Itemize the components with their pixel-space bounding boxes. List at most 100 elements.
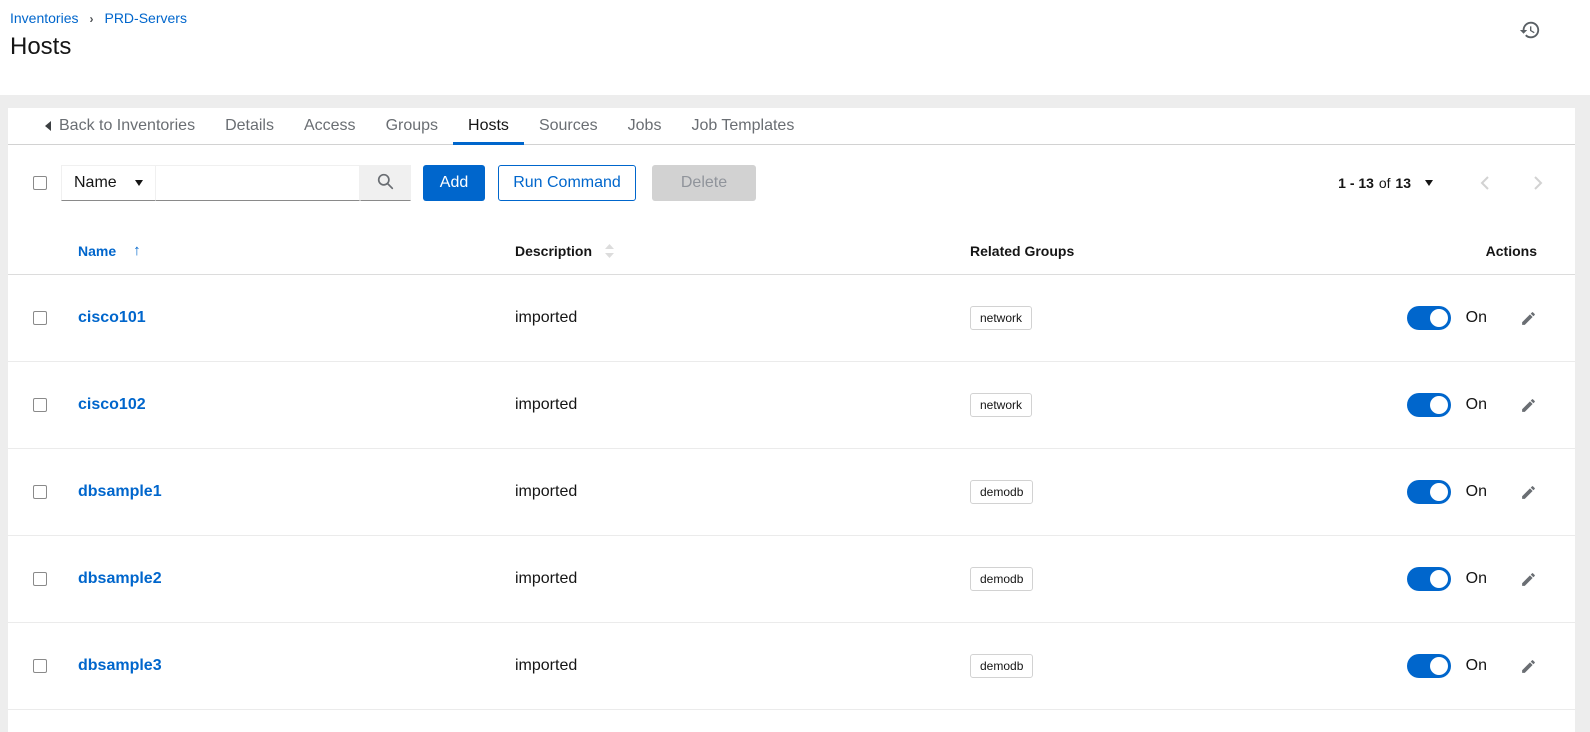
related-group-chip[interactable]: demodb <box>970 480 1033 504</box>
row-checkbox[interactable] <box>33 572 47 586</box>
row-checkbox[interactable] <box>33 398 47 412</box>
pencil-icon <box>1520 402 1537 417</box>
toggle-state-label: On <box>1466 309 1487 327</box>
tab-access[interactable]: Access <box>289 108 371 144</box>
related-group-chip[interactable]: network <box>970 393 1032 417</box>
host-enabled-toggle[interactable] <box>1407 654 1451 678</box>
toolbar: Name Add Run Command Delete 1 - 13 of 13 <box>8 145 1575 227</box>
caret-down-icon <box>135 180 143 186</box>
page-title: Hosts <box>10 33 1590 61</box>
previous-page-button[interactable] <box>1478 175 1492 191</box>
tab-label: Hosts <box>468 117 509 135</box>
tab-label: Access <box>304 117 356 135</box>
host-enabled-toggle[interactable] <box>1407 567 1451 591</box>
toggle-state-label: On <box>1466 483 1487 501</box>
host-enabled-toggle[interactable] <box>1407 393 1451 417</box>
row-checkbox[interactable] <box>33 659 47 673</box>
tab-sources[interactable]: Sources <box>524 108 613 144</box>
tab-label: Job Templates <box>691 117 794 135</box>
select-all-checkbox[interactable] <box>33 176 47 190</box>
pagination-dropdown[interactable]: 1 - 13 of 13 <box>1332 174 1439 192</box>
edit-host-button[interactable] <box>1520 397 1537 414</box>
tab-bar: Back to Inventories Details Access Group… <box>8 108 1575 145</box>
tab-label: Groups <box>386 117 438 135</box>
run-command-button[interactable]: Run Command <box>498 165 636 201</box>
pencil-icon <box>1520 489 1537 504</box>
tab-label: Jobs <box>628 117 662 135</box>
breadcrumb-prd-servers-link[interactable]: PRD-Servers <box>104 10 186 26</box>
page-header: Inventories › PRD-Servers Hosts <box>0 0 1590 95</box>
host-description: imported <box>515 570 970 588</box>
toggle-knob <box>1430 657 1448 675</box>
edit-host-button[interactable] <box>1520 484 1537 501</box>
hosts-card: Back to Inventories Details Access Group… <box>8 108 1575 732</box>
pencil-icon <box>1520 576 1537 591</box>
host-name-link[interactable]: cisco102 <box>78 396 146 413</box>
caret-down-icon <box>1425 180 1433 186</box>
toggle-knob <box>1430 396 1448 414</box>
tab-groups[interactable]: Groups <box>371 108 453 144</box>
host-enabled-toggle[interactable] <box>1407 306 1451 330</box>
host-name-link[interactable]: cisco101 <box>78 309 146 326</box>
breadcrumb-inventories-link[interactable]: Inventories <box>10 10 78 26</box>
toggle-state-label: On <box>1466 570 1487 588</box>
column-header-label: Related Groups <box>970 243 1074 259</box>
table-row: cisco101 imported network On <box>8 275 1575 362</box>
toggle-state-label: On <box>1466 657 1487 675</box>
breadcrumb: Inventories › PRD-Servers <box>10 10 1590 26</box>
table-row: cisco102 imported network On <box>8 362 1575 449</box>
next-page-button[interactable] <box>1531 175 1545 191</box>
host-name-link[interactable]: dbsample1 <box>78 483 162 500</box>
column-header-description[interactable]: Description <box>515 243 970 259</box>
related-group-chip[interactable]: demodb <box>970 654 1033 678</box>
row-checkbox[interactable] <box>33 311 47 325</box>
host-description: imported <box>515 396 970 414</box>
host-description: imported <box>515 483 970 501</box>
search-button[interactable] <box>360 165 411 201</box>
tab-hosts[interactable]: Hosts <box>453 108 524 144</box>
edit-host-button[interactable] <box>1520 658 1537 675</box>
edit-host-button[interactable] <box>1520 571 1537 588</box>
toggle-knob <box>1430 570 1448 588</box>
tab-details[interactable]: Details <box>210 108 289 144</box>
tab-label: Back to Inventories <box>59 117 195 135</box>
table-row: dbsample3 imported demodb On <box>8 623 1575 710</box>
table-row: dbsample2 imported demodb On <box>8 536 1575 623</box>
search-input[interactable] <box>156 165 360 201</box>
chevron-right-icon <box>1531 179 1545 194</box>
sort-ascending-icon: ↑ <box>133 242 141 259</box>
toggle-knob <box>1430 309 1448 327</box>
host-name-link[interactable]: dbsample3 <box>78 657 162 674</box>
tab-job-templates[interactable]: Job Templates <box>676 108 809 144</box>
history-icon <box>1519 29 1541 44</box>
chevron-right-icon: › <box>89 11 93 26</box>
related-group-chip[interactable]: demodb <box>970 567 1033 591</box>
host-description: imported <box>515 309 970 327</box>
search-icon <box>377 173 394 193</box>
table-row: dbsample1 imported demodb On <box>8 449 1575 536</box>
back-arrow-icon <box>45 121 51 131</box>
column-header-name[interactable]: Name ↑ <box>78 242 515 259</box>
column-header-related-groups: Related Groups <box>970 243 1325 259</box>
row-checkbox[interactable] <box>33 485 47 499</box>
host-description: imported <box>515 657 970 675</box>
host-enabled-toggle[interactable] <box>1407 480 1451 504</box>
activity-history-button[interactable] <box>1518 19 1542 43</box>
edit-host-button[interactable] <box>1520 310 1537 327</box>
toggle-state-label: On <box>1466 396 1487 414</box>
host-name-link[interactable]: dbsample2 <box>78 570 162 587</box>
pagination-range-label: 1 - 13 of 13 <box>1338 175 1411 191</box>
related-group-chip[interactable]: network <box>970 306 1032 330</box>
tab-label: Details <box>225 117 274 135</box>
column-header-label: Description <box>515 243 592 259</box>
tab-jobs[interactable]: Jobs <box>613 108 677 144</box>
tab-back-to-inventories[interactable]: Back to Inventories <box>30 108 210 144</box>
search-attribute-select[interactable]: Name <box>61 165 156 201</box>
pagination: 1 - 13 of 13 <box>1332 174 1545 192</box>
search-attribute-value: Name <box>74 174 117 192</box>
tab-label: Sources <box>539 117 598 135</box>
partial-row <box>8 710 1575 732</box>
add-button[interactable]: Add <box>423 165 485 201</box>
delete-button[interactable]: Delete <box>652 165 756 201</box>
pencil-icon <box>1520 663 1537 678</box>
